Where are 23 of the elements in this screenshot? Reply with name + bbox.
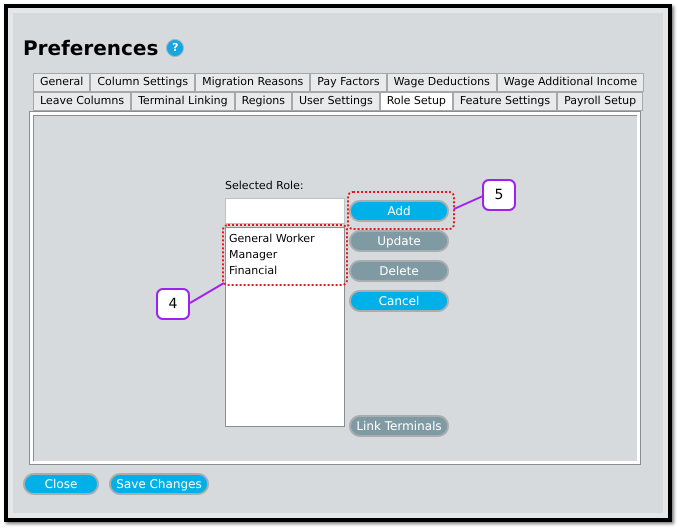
- role-list-item[interactable]: General Worker: [229, 231, 341, 247]
- window-title: Preferences: [23, 35, 158, 62]
- leader-line: [189, 281, 225, 305]
- tab[interactable]: Leave Columns: [33, 92, 132, 111]
- leader-line: [453, 194, 484, 211]
- tab[interactable]: Role Setup: [380, 92, 453, 111]
- tab[interactable]: Feature Settings: [452, 92, 558, 111]
- callout-label: 5: [482, 179, 516, 211]
- role-input-field[interactable]: [225, 198, 345, 224]
- tab[interactable]: Column Settings: [90, 73, 196, 92]
- tab[interactable]: Payroll Setup: [557, 92, 644, 111]
- tab[interactable]: Regions: [234, 92, 292, 111]
- tab[interactable]: Terminal Linking: [131, 92, 235, 111]
- tab[interactable]: Wage Additional Income: [496, 73, 644, 92]
- role-list-item[interactable]: Financial: [229, 263, 341, 279]
- tab[interactable]: Migration Reasons: [195, 73, 310, 92]
- role-list-item[interactable]: Manager: [229, 247, 341, 263]
- tab[interactable]: General: [33, 73, 90, 92]
- tab[interactable]: Wage Deductions: [386, 73, 497, 92]
- tab[interactable]: Pay Factors: [310, 73, 387, 92]
- tab[interactable]: User Settings: [292, 92, 380, 111]
- field-label: Selected Role:: [225, 178, 305, 194]
- callout-label: 4: [156, 288, 190, 320]
